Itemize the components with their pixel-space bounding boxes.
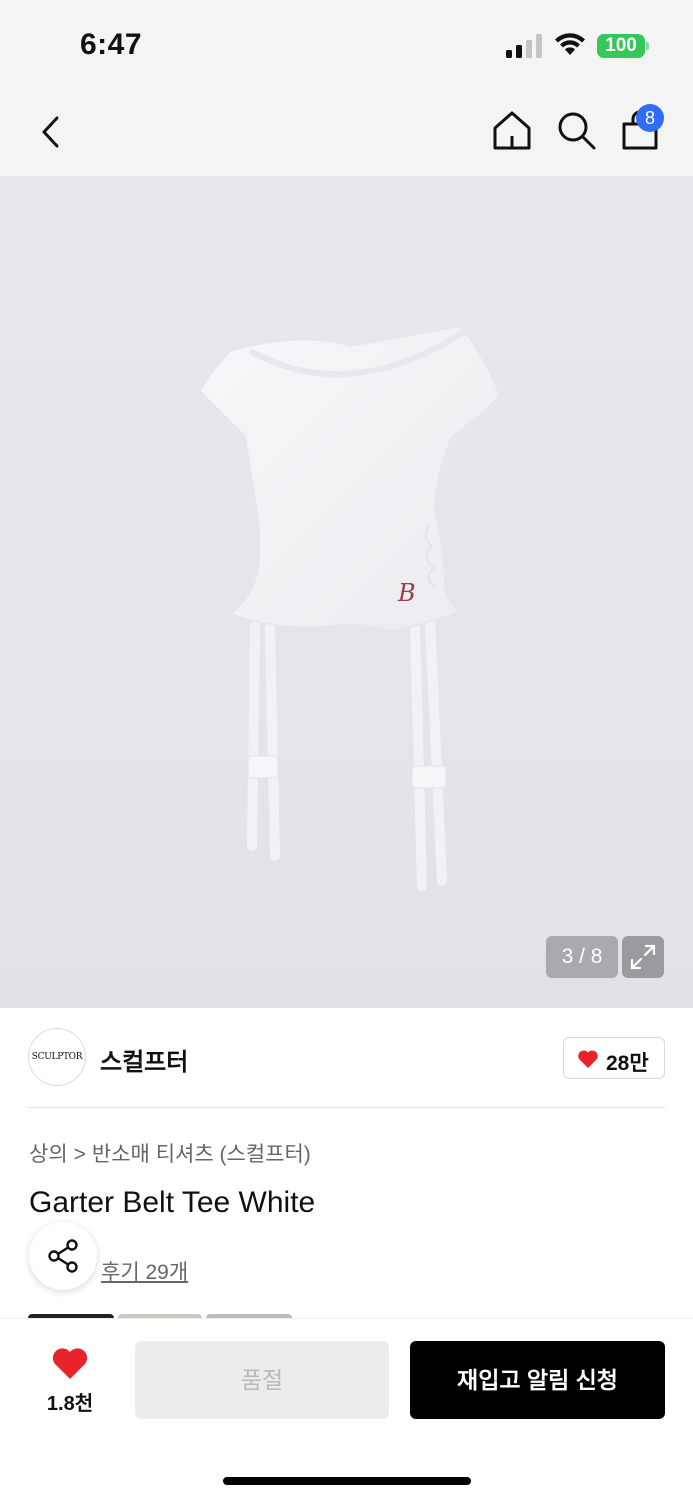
expand-icon[interactable] [622, 936, 664, 978]
home-indicator[interactable] [223, 1477, 471, 1485]
product-image-gallery[interactable]: B 3 / 8 [0, 176, 693, 1008]
heart-icon [578, 1050, 598, 1068]
cart-count-badge: 8 [636, 104, 664, 132]
brand-like-button[interactable]: 28만 [563, 1037, 665, 1079]
cellular-signal-icon [506, 34, 542, 58]
breadcrumb-subcategory[interactable]: 반소매 티셔츠 (스컬프터) [92, 1143, 311, 1166]
breadcrumb: 상의 > 반소매 티셔츠 (스컬프터) [29, 1138, 311, 1168]
battery-tip [646, 42, 649, 50]
battery-indicator: 100 [597, 34, 645, 58]
brand-like-count: 28만 [606, 1052, 649, 1075]
image-counter: 3 / 8 [546, 936, 618, 978]
breadcrumb-category[interactable]: 상의 [29, 1143, 68, 1166]
status-bar: 6:47 100 [0, 0, 693, 88]
bottom-action-bar: 1.8천 품절 재입고 알림 신청 [0, 1318, 693, 1500]
brand-row[interactable]: SCULPTOR 스컬프터 28만 [0, 1008, 693, 1108]
restock-alert-button[interactable]: 재입고 알림 신청 [410, 1341, 665, 1419]
share-button[interactable] [29, 1222, 97, 1290]
wishlist-heart-icon[interactable] [50, 1345, 90, 1381]
wishlist-count: 1.8천 [46, 1393, 94, 1415]
soldout-button: 품절 [135, 1341, 389, 1419]
wifi-icon [555, 33, 585, 55]
back-arrow-icon[interactable] [30, 110, 74, 154]
brand-logo[interactable]: SCULPTOR [28, 1028, 86, 1086]
garter-belt-tee-photo: B [199, 326, 501, 891]
svg-text:B: B [397, 579, 416, 607]
home-icon[interactable] [490, 108, 534, 152]
breadcrumb-separator: > [73, 1143, 86, 1166]
review-link[interactable]: 후기 29개 [101, 1256, 188, 1286]
brand-name[interactable]: 스컬프터 [100, 1042, 188, 1077]
divider [28, 1107, 665, 1108]
status-time: 6:47 [80, 28, 143, 61]
search-icon[interactable] [554, 108, 598, 152]
top-nav [0, 88, 693, 176]
product-title: Garter Belt Tee White [29, 1186, 316, 1219]
share-icon [48, 1239, 78, 1273]
